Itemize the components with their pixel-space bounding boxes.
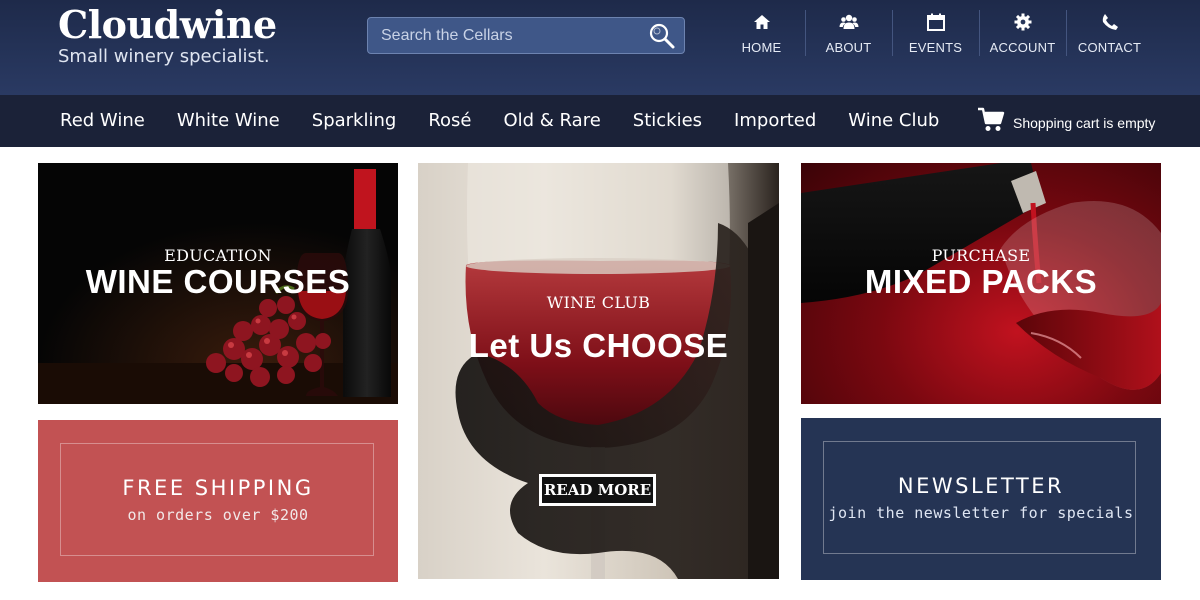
read-more-button[interactable]: READ MORE bbox=[539, 474, 656, 506]
cart-icon bbox=[978, 107, 1005, 131]
nav-contact-label: CONTACT bbox=[1077, 40, 1142, 55]
category-sparkling[interactable]: Sparkling bbox=[296, 95, 413, 147]
nav-home-label: HOME bbox=[741, 40, 782, 55]
shopping-cart[interactable]: Shopping cart is empty bbox=[977, 107, 1155, 133]
users-icon bbox=[839, 14, 858, 29]
category-nav: Red Wine White Wine Sparkling Rosé Old &… bbox=[44, 95, 955, 147]
category-old-rare[interactable]: Old & Rare bbox=[487, 95, 616, 147]
nav-contact[interactable]: CONTACT bbox=[1066, 10, 1153, 56]
calendar-icon bbox=[926, 13, 945, 31]
logo[interactable]: Cloudwine Small winery specialist. bbox=[58, 4, 277, 68]
category-red-wine[interactable]: Red Wine bbox=[44, 95, 161, 147]
wine-courses-tile[interactable]: EDUCATION WINE COURSES bbox=[38, 163, 398, 404]
nav-events-label: EVENTS bbox=[908, 40, 963, 55]
newsletter-tile[interactable]: NEWSLETTER join the newsletter for speci… bbox=[801, 418, 1161, 580]
site-header: Cloudwine Small winery specialist. HOME bbox=[0, 0, 1200, 95]
wine-glass-hand-image bbox=[455, 163, 779, 579]
nav-account[interactable]: ACCOUNT bbox=[979, 10, 1066, 56]
nav-events[interactable]: EVENTS bbox=[892, 10, 979, 56]
category-wine-club[interactable]: Wine Club bbox=[832, 95, 955, 147]
wine-courses-title: WINE COURSES bbox=[85, 263, 351, 300]
nav-home[interactable]: HOME bbox=[718, 10, 805, 56]
free-shipping-subtitle: on orders over $200 bbox=[127, 506, 309, 524]
brand-tagline: Small winery specialist. bbox=[58, 46, 270, 67]
home-icon bbox=[753, 15, 770, 29]
mixed-packs-tile[interactable]: PURCHASE MIXED PACKS bbox=[801, 163, 1161, 404]
newsletter-subtitle: join the newsletter for specials bbox=[828, 504, 1134, 522]
nav-about-label: ABOUT bbox=[825, 40, 872, 55]
brand-name: Cloudwine bbox=[58, 2, 277, 47]
nav-about[interactable]: ABOUT bbox=[805, 10, 892, 56]
nav-account-label: ACCOUNT bbox=[989, 40, 1056, 55]
phone-icon bbox=[1102, 14, 1118, 30]
wine-club-tile[interactable]: WINE CLUB Let Us CHOOSE READ MORE bbox=[418, 163, 779, 579]
category-imported[interactable]: Imported bbox=[718, 95, 832, 147]
search-box bbox=[367, 17, 685, 54]
category-white-wine[interactable]: White Wine bbox=[161, 95, 296, 147]
gear-icon bbox=[1014, 13, 1031, 31]
wine-club-kicker: WINE CLUB bbox=[546, 293, 651, 312]
search-input[interactable] bbox=[368, 18, 638, 53]
mixed-packs-title: MIXED PACKS bbox=[864, 263, 1098, 300]
let-us-choose-title: Let Us CHOOSE bbox=[468, 327, 729, 364]
newsletter-title: NEWSLETTER bbox=[897, 474, 1065, 498]
free-shipping-tile[interactable]: FREE SHIPPING on orders over $200 bbox=[38, 420, 398, 582]
category-rose[interactable]: Rosé bbox=[412, 95, 487, 147]
category-bar: Red Wine White Wine Sparkling Rosé Old &… bbox=[0, 95, 1200, 147]
top-nav: HOME ABOUT EVENTS ACCOUNT CONTACT bbox=[718, 10, 1153, 82]
category-stickies[interactable]: Stickies bbox=[617, 95, 718, 147]
free-shipping-title: FREE SHIPPING bbox=[122, 476, 314, 500]
cart-status: Shopping cart is empty bbox=[1013, 115, 1156, 131]
search-icon[interactable] bbox=[648, 22, 676, 50]
